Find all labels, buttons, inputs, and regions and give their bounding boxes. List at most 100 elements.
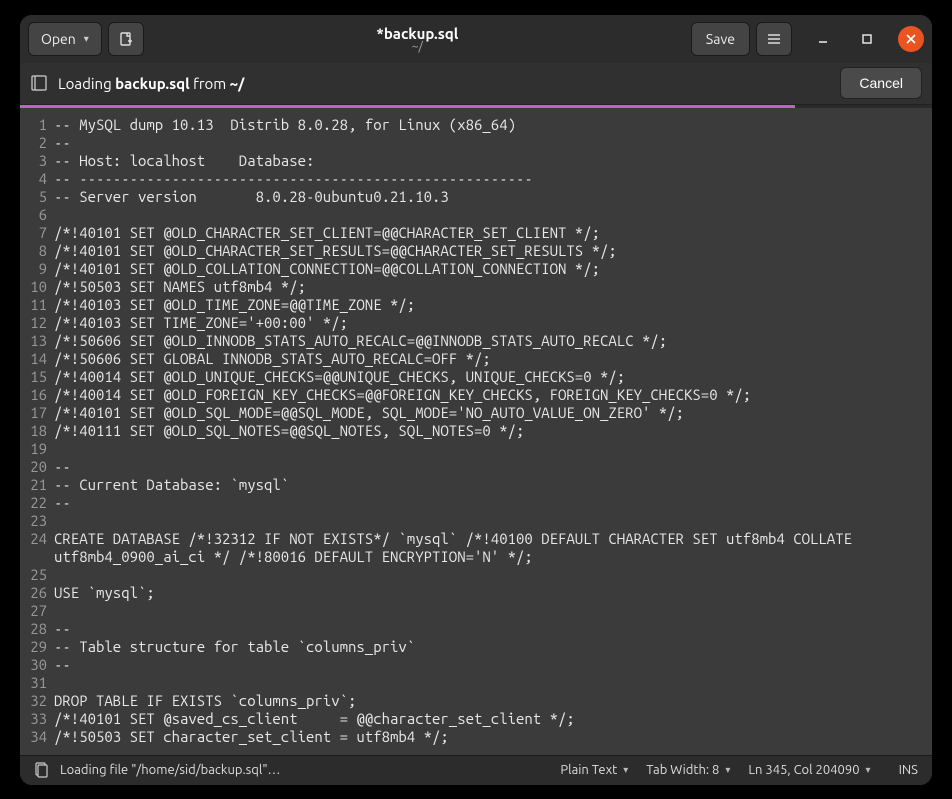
new-document-icon xyxy=(118,31,134,47)
line-number: 32 xyxy=(20,692,47,710)
code-line[interactable]: /*!40014 SET @OLD_UNIQUE_CHECKS=@@UNIQUE… xyxy=(54,368,932,386)
code-line[interactable]: /*!40101 SET @OLD_COLLATION_CONNECTION=@… xyxy=(54,260,932,278)
code-line[interactable] xyxy=(54,206,932,224)
maximize-icon xyxy=(862,34,872,44)
code-line[interactable]: /*!40101 SET @OLD_SQL_MODE=@@SQL_MODE, S… xyxy=(54,404,932,422)
hamburger-menu-button[interactable] xyxy=(756,22,792,56)
minimize-button[interactable] xyxy=(810,26,836,52)
hamburger-icon xyxy=(767,32,781,46)
line-number: 2 xyxy=(20,134,47,152)
save-label: Save xyxy=(706,31,735,47)
info-middle: from xyxy=(190,75,230,92)
line-number: 5 xyxy=(20,188,47,206)
line-number: 24 xyxy=(20,530,47,566)
code-line[interactable]: -- xyxy=(54,494,932,512)
info-path: ~/ xyxy=(230,75,245,92)
code-line[interactable]: USE `mysql`; xyxy=(54,584,932,602)
code-line[interactable] xyxy=(54,512,932,530)
line-number: 30 xyxy=(20,656,47,674)
document-icon xyxy=(30,74,48,92)
line-number: 6 xyxy=(20,206,47,224)
code-line[interactable]: /*!50606 SET GLOBAL INNODB_STATS_AUTO_RE… xyxy=(54,350,932,368)
line-number: 7 xyxy=(20,224,47,242)
line-number: 13 xyxy=(20,332,47,350)
line-number: 20 xyxy=(20,458,47,476)
code-line[interactable]: -- xyxy=(54,620,932,638)
code-line[interactable]: -- xyxy=(54,134,932,152)
editor-window: Open ▾ *backup.sql ~/ Save xyxy=(20,15,932,785)
save-button[interactable]: Save xyxy=(691,22,750,56)
close-button[interactable] xyxy=(898,26,924,52)
line-number-gutter: 1234567891011121314151617181920212223242… xyxy=(20,108,50,755)
line-number: 25 xyxy=(20,566,47,584)
line-number: 4 xyxy=(20,170,47,188)
line-number: 11 xyxy=(20,296,47,314)
syntax-selector[interactable]: Plain Text ▾ xyxy=(560,763,628,777)
line-number: 17 xyxy=(20,404,47,422)
info-bar: Loading backup.sql from ~/ Cancel xyxy=(20,63,932,105)
titlebar: Open ▾ *backup.sql ~/ Save xyxy=(20,15,932,63)
minimize-icon xyxy=(818,34,828,44)
open-button[interactable]: Open ▾ xyxy=(28,22,102,56)
syntax-label: Plain Text xyxy=(560,763,617,777)
code-line[interactable]: -- xyxy=(54,656,932,674)
line-number: 21 xyxy=(20,476,47,494)
code-line[interactable]: -- Current Database: `mysql` xyxy=(54,476,932,494)
tab-width-label: Tab Width: 8 xyxy=(646,763,719,777)
code-line[interactable]: -- MySQL dump 10.13 Distrib 8.0.28, for … xyxy=(54,116,932,134)
cursor-position-selector[interactable]: Ln 345, Col 204090 ▾ xyxy=(748,763,870,777)
code-line[interactable]: -- -------------------------------------… xyxy=(54,170,932,188)
line-number: 29 xyxy=(20,638,47,656)
code-line[interactable]: /*!40101 SET @OLD_CHARACTER_SET_RESULTS=… xyxy=(54,242,932,260)
document-icon xyxy=(34,762,50,778)
code-line[interactable]: /*!40014 SET @OLD_FOREIGN_KEY_CHECKS=@@F… xyxy=(54,386,932,404)
status-loading-text: Loading file "/home/sid/backup.sql"… xyxy=(60,763,280,777)
code-content[interactable]: -- MySQL dump 10.13 Distrib 8.0.28, for … xyxy=(50,108,932,755)
cancel-button[interactable]: Cancel xyxy=(840,67,922,99)
progress-fill xyxy=(20,105,795,108)
code-line[interactable]: -- Server version 8.0.28-0ubuntu0.21.10.… xyxy=(54,188,932,206)
code-line[interactable]: /*!40103 SET @OLD_TIME_ZONE=@@TIME_ZONE … xyxy=(54,296,932,314)
line-number: 9 xyxy=(20,260,47,278)
cancel-label: Cancel xyxy=(859,75,903,91)
code-line[interactable]: /*!50606 SET @OLD_INNODB_STATS_AUTO_RECA… xyxy=(54,332,932,350)
code-line[interactable]: -- Table structure for table `columns_pr… xyxy=(54,638,932,656)
line-number: 34 xyxy=(20,728,47,746)
code-line[interactable]: -- xyxy=(54,458,932,476)
code-line[interactable]: /*!50503 SET NAMES utf8mb4 */; xyxy=(54,278,932,296)
code-line[interactable]: /*!40111 SET @OLD_SQL_NOTES=@@SQL_NOTES,… xyxy=(54,422,932,440)
code-line[interactable] xyxy=(54,602,932,620)
maximize-button[interactable] xyxy=(854,26,880,52)
line-number: 31 xyxy=(20,674,47,692)
code-line[interactable]: /*!40103 SET TIME_ZONE='+00:00' */; xyxy=(54,314,932,332)
info-prefix: Loading xyxy=(58,75,115,92)
line-number: 26 xyxy=(20,584,47,602)
line-number: 23 xyxy=(20,512,47,530)
line-number: 3 xyxy=(20,152,47,170)
line-number: 27 xyxy=(20,602,47,620)
status-bar: Loading file "/home/sid/backup.sql"… Pla… xyxy=(20,755,932,785)
code-line[interactable] xyxy=(54,566,932,584)
tab-width-selector[interactable]: Tab Width: 8 ▾ xyxy=(646,763,730,777)
close-icon xyxy=(906,34,916,44)
code-line[interactable] xyxy=(54,440,932,458)
line-number: 28 xyxy=(20,620,47,638)
new-tab-button[interactable] xyxy=(108,22,144,56)
info-message: Loading backup.sql from ~/ xyxy=(58,75,830,92)
code-line[interactable]: /*!40101 SET @OLD_CHARACTER_SET_CLIENT=@… xyxy=(54,224,932,242)
line-number: 10 xyxy=(20,278,47,296)
editor-area[interactable]: 1234567891011121314151617181920212223242… xyxy=(20,108,932,755)
chevron-down-icon: ▾ xyxy=(725,764,730,776)
code-line[interactable]: /*!40101 SET @saved_cs_client = @@charac… xyxy=(54,710,932,728)
code-line[interactable]: CREATE DATABASE /*!32312 IF NOT EXISTS*/… xyxy=(54,530,932,566)
line-number: 1 xyxy=(20,116,47,134)
progress-bar xyxy=(20,105,932,108)
insert-mode-label: INS xyxy=(899,763,918,777)
info-file: backup.sql xyxy=(115,75,190,92)
line-number: 33 xyxy=(20,710,47,728)
code-line[interactable] xyxy=(54,674,932,692)
code-line[interactable]: -- Host: localhost Database: xyxy=(54,152,932,170)
code-line[interactable]: DROP TABLE IF EXISTS `columns_priv`; xyxy=(54,692,932,710)
chevron-down-icon: ▾ xyxy=(866,764,871,776)
code-line[interactable]: /*!50503 SET character_set_client = utf8… xyxy=(54,728,932,746)
